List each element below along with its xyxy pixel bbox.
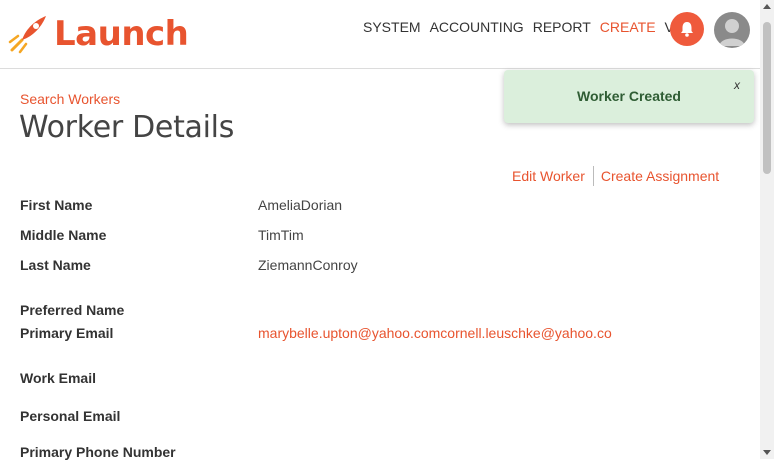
nav-create[interactable]: CREATE: [600, 19, 656, 35]
field-label-preferred-name: Preferred Name: [20, 302, 125, 318]
create-assignment-link[interactable]: Create Assignment: [601, 168, 719, 184]
toast-close-button[interactable]: x: [734, 78, 740, 92]
scroll-thumb[interactable]: [763, 22, 771, 174]
breadcrumb-search-workers[interactable]: Search Workers: [20, 91, 120, 107]
field-label-primary-email: Primary Email: [20, 325, 114, 341]
field-label-first-name: First Name: [20, 197, 93, 213]
top-navigation-bar: Launch SYSTEM ACCOUNTING REPORT CREATE V…: [0, 0, 774, 69]
toast-notification: Worker Created x: [504, 70, 754, 123]
rocket-icon: [8, 16, 46, 54]
page-title: Worker Details: [19, 110, 235, 145]
field-label-last-name: Last Name: [20, 257, 91, 273]
bell-icon: [681, 22, 693, 37]
worker-actions: Edit Worker Create Assignment: [512, 166, 719, 186]
nav-report[interactable]: REPORT: [533, 19, 591, 35]
action-divider: [592, 166, 594, 186]
nav-system[interactable]: SYSTEM: [363, 19, 421, 35]
field-label-primary-phone: Primary Phone Number: [20, 444, 176, 460]
field-value-middle-name: TimTim: [258, 227, 304, 243]
notifications-button[interactable]: [670, 12, 704, 46]
logo-text: Launch: [54, 14, 189, 54]
field-label-middle-name: Middle Name: [20, 227, 107, 243]
vertical-scrollbar[interactable]: [760, 0, 774, 459]
nav-accounting[interactable]: ACCOUNTING: [430, 19, 524, 35]
user-icon: [719, 19, 745, 46]
main-nav: SYSTEM ACCOUNTING REPORT CREATE VIEW: [363, 19, 709, 35]
toast-message: Worker Created: [576, 88, 681, 104]
scroll-down-arrow-icon[interactable]: [763, 450, 771, 455]
edit-worker-link[interactable]: Edit Worker: [512, 168, 585, 184]
field-value-primary-email[interactable]: marybelle.upton@yahoo.comcornell.leuschk…: [258, 325, 612, 341]
launch-logo[interactable]: Launch: [6, 12, 189, 56]
field-value-last-name: ZiemannConroy: [258, 257, 358, 273]
field-value-first-name: AmeliaDorian: [258, 197, 343, 213]
field-label-personal-email: Personal Email: [20, 408, 121, 424]
user-avatar[interactable]: [714, 12, 750, 48]
field-label-work-email: Work Email: [20, 370, 96, 386]
scroll-up-arrow-icon[interactable]: [763, 4, 771, 9]
